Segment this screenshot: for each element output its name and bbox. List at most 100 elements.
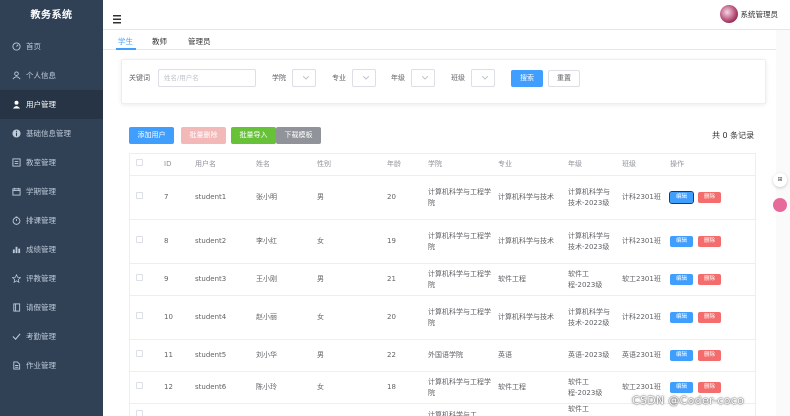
column-header: 年龄 — [381, 153, 422, 176]
sidebar-item[interactable]: 作业管理 — [0, 351, 103, 380]
search-button[interactable]: 搜索 — [511, 70, 543, 87]
cell-name: 李小红 — [250, 219, 311, 264]
row-checkbox[interactable] — [136, 350, 143, 357]
sidebar-item[interactable]: 基础信息管理 — [0, 119, 103, 148]
batch-import-button[interactable]: 批量导入 — [231, 127, 276, 144]
row-checkbox[interactable] — [136, 236, 143, 243]
row-select-cell[interactable] — [130, 219, 158, 264]
sidebar-item[interactable]: 成绩管理 — [0, 235, 103, 264]
user-menu[interactable]: 系统管理员 — [719, 5, 778, 23]
top-header: 系统管理员 — [103, 0, 790, 30]
row-checkbox[interactable] — [136, 192, 143, 199]
row-select-cell[interactable] — [130, 403, 158, 416]
delete-button[interactable]: 删除 — [698, 273, 721, 285]
select-all-cell[interactable] — [130, 153, 158, 176]
cell-class: 计科2301班 — [616, 175, 664, 220]
delete-button[interactable]: 删除 — [698, 191, 721, 203]
edit-button[interactable]: 编辑 — [670, 273, 693, 285]
app-logo: 教务系统 — [30, 10, 73, 21]
major-select[interactable] — [352, 69, 376, 87]
sidebar-item[interactable]: 首页 — [0, 32, 103, 61]
sidebar-item-label: 学期管理 — [26, 187, 56, 196]
page-scrollbar[interactable] — [776, 30, 790, 416]
table-row[interactable]: 10 student4 赵小丽女 20 计算机科学与工程学院 计算机科学与技术 计算机科学与… — [130, 295, 755, 340]
sidebar-item[interactable]: 个人信息 — [0, 61, 103, 90]
add-user-button[interactable]: 添加用户 — [129, 127, 174, 144]
sidebar-item[interactable]: 评教管理 — [0, 264, 103, 293]
sidebar-item[interactable]: 用户管理 — [0, 90, 103, 119]
row-checkbox[interactable] — [136, 274, 143, 281]
sidebar-item-label: 考勤管理 — [26, 332, 56, 341]
column-header: 班级 — [616, 153, 664, 176]
grade-select[interactable] — [411, 69, 435, 87]
row-checkbox[interactable] — [136, 312, 143, 319]
row-select-cell[interactable] — [130, 339, 158, 372]
sidebar-item-label: 排课管理 — [26, 216, 56, 225]
timer-icon — [11, 216, 21, 226]
delete-button[interactable]: 删除 — [698, 311, 721, 323]
keyword-label: 关键词 — [129, 74, 150, 82]
delete-button[interactable]: 删除 — [698, 235, 721, 247]
cell-username — [189, 403, 250, 416]
sidebar-item-label: 基础信息管理 — [26, 129, 71, 138]
sidebar: 教务系统 首页 个人信息 用户管理基础信息管理教室管理学期管理排课管理成绩管理 评教管… — [0, 0, 103, 416]
sidebar-menu: 首页 个人信息 用户管理基础信息管理教室管理学期管理排课管理成绩管理 评教管理 请假管理… — [0, 32, 103, 380]
cell-id — [158, 403, 189, 416]
row-checkbox[interactable] — [136, 409, 143, 416]
edit-button[interactable]: 编辑 — [670, 381, 693, 393]
tab-admin[interactable]: 管理员 — [188, 36, 211, 47]
edit-button[interactable]: 编辑 — [670, 311, 693, 323]
row-select-cell[interactable] — [130, 175, 158, 220]
actions-cell: 编辑 删除 — [664, 339, 755, 372]
table-row[interactable]: 11 student5 刘小华男 22 外国语学院 英语 英语-2023级 英语2301班 编辑… — [130, 339, 755, 372]
class-select[interactable] — [471, 69, 495, 87]
delete-button[interactable]: 删除 — [698, 381, 721, 393]
cell-gender: 女 — [311, 219, 381, 264]
row-select-cell[interactable] — [130, 263, 158, 296]
reset-button[interactable]: 重置 — [548, 70, 580, 87]
sidebar-item[interactable]: 学期管理 — [0, 177, 103, 206]
table-row[interactable]: 9 student3 王小刚男 21 计算机科学与工程学院 软件工程 软件工程-2023级软… — [130, 263, 755, 296]
row-select-cell[interactable] — [130, 295, 158, 340]
sidebar-item[interactable]: 排课管理 — [0, 206, 103, 235]
edit-button[interactable]: 编辑 — [670, 349, 693, 361]
document-icon — [11, 361, 21, 371]
row-select-cell[interactable] — [130, 371, 158, 404]
sidebar-item-label: 作业管理 — [26, 361, 56, 370]
chevron-down-icon — [482, 76, 488, 80]
sidebar-item[interactable]: 考勤管理 — [0, 322, 103, 351]
column-header: 性别 — [311, 153, 381, 176]
table-row[interactable]: 8 student2 李小红女 19 计算机科学与工程学院 计算机科学与技术 计算机科学与技… — [130, 219, 755, 264]
cell-grade: 软件工程-2023级 — [562, 371, 616, 404]
cell-grade: 计算机科学与技术-2022级 — [562, 295, 616, 340]
cell-major: 软件工程 — [492, 263, 562, 296]
edit-button[interactable]: 编辑 — [669, 190, 694, 204]
college-select[interactable] — [292, 69, 316, 87]
keyword-input[interactable]: 姓名/用户名 — [158, 69, 256, 87]
user-filled-icon — [11, 100, 21, 110]
cell-gender: 男 — [311, 175, 381, 220]
chevron-down-icon — [363, 76, 369, 80]
grid-add-icon[interactable]: ⊞ — [773, 173, 787, 187]
cell-class: 软工2301班 — [616, 263, 664, 296]
tab-teacher[interactable]: 教师 — [152, 36, 167, 47]
cell-major: 计算机科学与技术 — [492, 219, 562, 264]
select-all-checkbox[interactable] — [136, 159, 143, 166]
cell-grade: 英语-2023级 — [562, 339, 616, 372]
edit-button[interactable]: 编辑 — [670, 235, 693, 247]
hamburger-menu-icon[interactable] — [113, 9, 123, 24]
floating-toolbar: ⊞ — [770, 168, 790, 218]
download-template-button[interactable]: 下载模板 — [276, 127, 321, 144]
tab-student[interactable]: 学生 — [118, 36, 133, 47]
avatar-bubble-icon[interactable] — [773, 198, 787, 212]
cell-gender — [311, 403, 381, 416]
delete-button[interactable]: 删除 — [698, 349, 721, 361]
table-row[interactable]: 7 student1 张小明男 20 计算机科学与工程学院 计算机科学与技术 计算机科学与技… — [130, 175, 755, 220]
avatar — [719, 5, 738, 23]
sidebar-item[interactable]: 请假管理 — [0, 293, 103, 322]
cell-gender: 男 — [311, 339, 381, 372]
cell-username: student3 — [189, 263, 250, 296]
row-checkbox[interactable] — [136, 382, 143, 389]
sidebar-item[interactable]: 教室管理 — [0, 148, 103, 177]
batch-delete-button[interactable]: 批量删除 — [181, 127, 226, 144]
